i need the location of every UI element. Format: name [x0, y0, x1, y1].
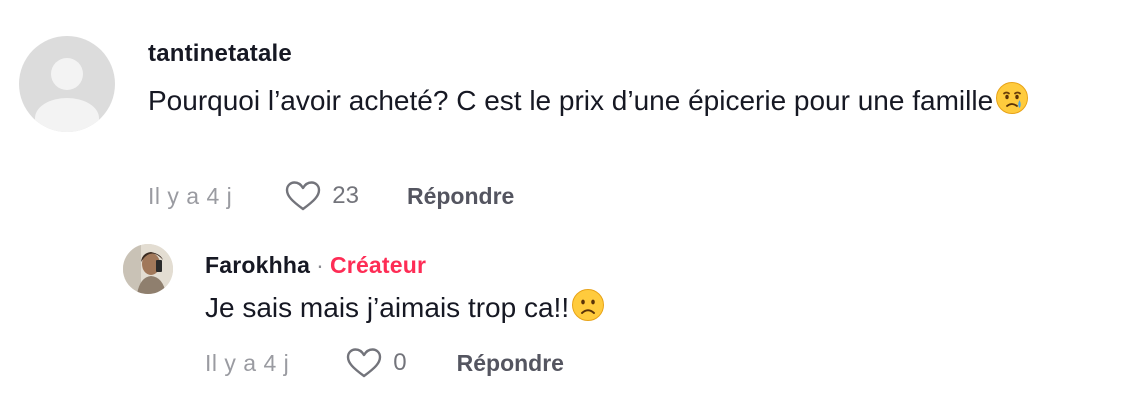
heart-icon	[284, 180, 322, 212]
default-avatar[interactable]	[19, 36, 115, 132]
reply-username[interactable]: Farokhha	[205, 252, 310, 278]
crying-face-emoji-icon	[995, 81, 1029, 127]
reply-meta: Il y a 4 j 0 Répondre	[205, 347, 564, 379]
reply-username-line: Farokhha · Créateur	[205, 252, 426, 279]
reply-like-count: 0	[393, 349, 407, 376]
comment-timestamp: Il y a 4 j	[148, 182, 233, 209]
comment-text-content: Pourquoi l’avoir acheté? C est le prix d…	[148, 85, 994, 116]
comment-meta: Il y a 4 j 23 Répondre	[148, 180, 514, 212]
reply-timestamp: Il y a 4 j	[205, 349, 290, 376]
comment-item: tantinetatale Pourquoi l’avoir acheté? C…	[0, 0, 1124, 230]
separator-dot: ·	[316, 252, 324, 278]
creator-badge: Créateur	[329, 252, 427, 278]
avatar-photo-icon	[123, 244, 173, 294]
creator-avatar[interactable]	[123, 244, 173, 294]
frowning-face-emoji-icon	[571, 288, 605, 334]
reply-text: Je sais mais j’aimais trop ca!!	[205, 287, 1085, 334]
comment-like-button[interactable]: 23	[284, 180, 359, 212]
reply-item: Farokhha · Créateur Je sais mais j’aimais …	[0, 230, 1124, 404]
comment-reply-button[interactable]: Répondre	[407, 183, 514, 210]
avatar-placeholder-icon	[51, 58, 83, 90]
reply-like-button[interactable]: 0	[345, 347, 407, 379]
reply-text-content: Je sais mais j’aimais trop ca!!	[205, 292, 570, 323]
reply-reply-button[interactable]: Répondre	[457, 350, 564, 377]
heart-icon	[345, 347, 383, 379]
comment-username[interactable]: tantinetatale	[148, 40, 292, 68]
comment-text: Pourquoi l’avoir acheté? C est le prix d…	[148, 80, 1078, 127]
comment-like-count: 23	[332, 182, 359, 209]
